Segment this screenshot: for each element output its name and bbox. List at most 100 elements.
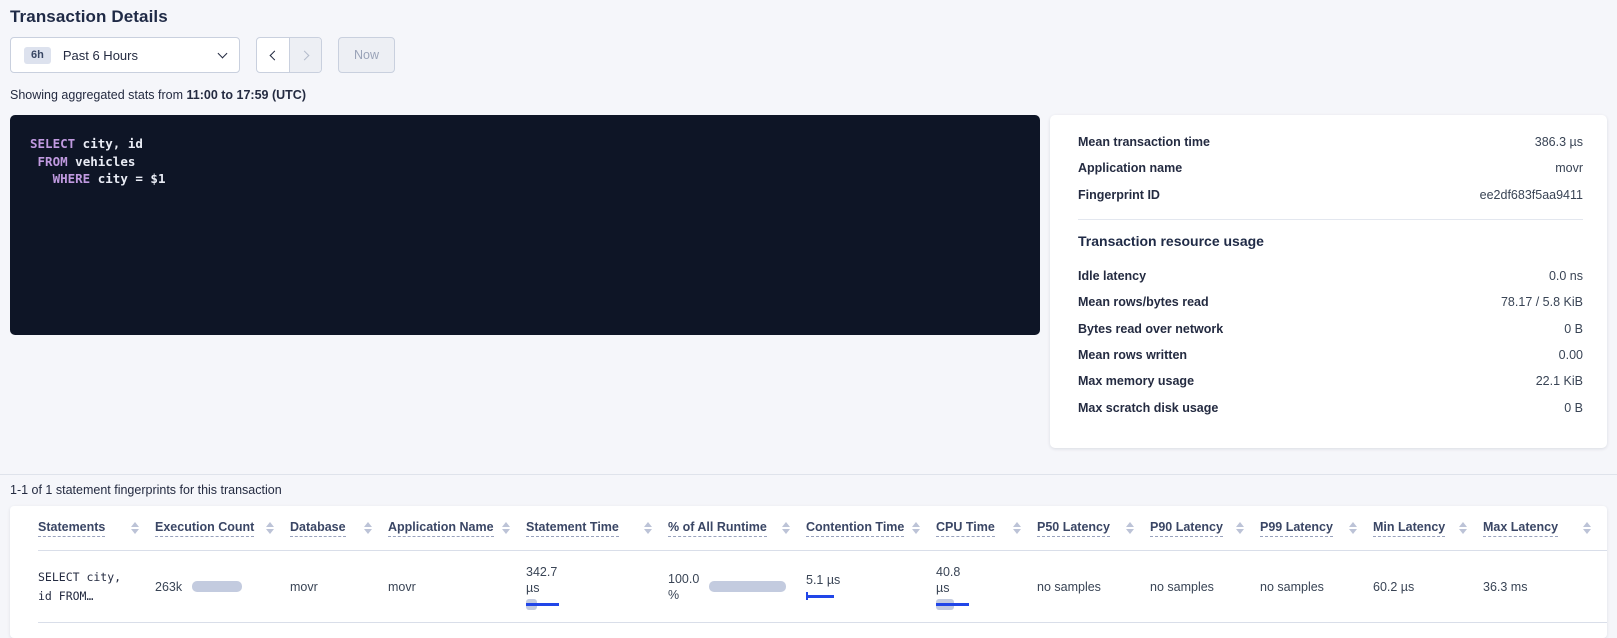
sql-keyword: SELECT: [30, 136, 75, 151]
resource-row: Idle latency 0.0 ns: [1078, 263, 1583, 289]
resource-usage-heading: Transaction resource usage: [1078, 226, 1583, 256]
summary-label: Application name: [1078, 161, 1182, 175]
sql-text: vehicles: [68, 154, 136, 169]
contention-time-bar: [806, 592, 834, 600]
sort-icon[interactable]: [1013, 522, 1021, 534]
prev-time-button[interactable]: [257, 38, 289, 72]
summary-value: 386.3 µs: [1535, 135, 1583, 149]
cpu-time-bar: [936, 599, 1037, 610]
resource-label: Max scratch disk usage: [1078, 401, 1218, 415]
summary-value: ee2df683f5aa9411: [1480, 188, 1583, 202]
column-header-cpu-time[interactable]: CPU Time: [936, 520, 995, 537]
sort-icon[interactable]: [1583, 522, 1591, 534]
column-header-p50-latency[interactable]: P50 Latency: [1037, 520, 1110, 537]
summary-label: Fingerprint ID: [1078, 188, 1160, 202]
table-header-row: Statements Execution Count Database Appl…: [38, 506, 1607, 551]
summary-row: Application name movr: [1078, 155, 1583, 181]
time-range-dropdown[interactable]: 6h Past 6 Hours: [10, 37, 240, 73]
resource-label: Mean rows written: [1078, 348, 1187, 362]
p90-latency-cell: no samples: [1150, 580, 1260, 594]
sql-text: city = $1: [90, 171, 165, 186]
resource-value: 0.0 ns: [1549, 269, 1583, 283]
summary-row: Mean transaction time 386.3 µs: [1078, 129, 1583, 155]
database-cell: movr: [290, 580, 388, 594]
time-picker-row: 6h Past 6 Hours Now: [10, 37, 1607, 73]
column-header-max-latency[interactable]: Max Latency: [1483, 520, 1558, 537]
runtime-pct-bar: [709, 581, 786, 592]
statements-count-caption: 1-1 of 1 statement fingerprints for this…: [10, 483, 1607, 497]
statement-time-bar: [526, 599, 668, 610]
next-time-button[interactable]: [289, 38, 321, 72]
column-header-contention-time[interactable]: Contention Time: [806, 520, 904, 537]
resource-value: 22.1 KiB: [1536, 374, 1583, 388]
chevron-down-icon: [218, 48, 228, 58]
page-title: Transaction Details: [10, 0, 1607, 27]
resource-label: Bytes read over network: [1078, 322, 1223, 336]
now-button[interactable]: Now: [338, 37, 395, 73]
column-header-runtime-pct[interactable]: % of All Runtime: [668, 520, 767, 537]
chevron-left-icon: [270, 50, 280, 60]
stats-caption-prefix: Showing aggregated stats from: [10, 88, 187, 102]
statement-time-unit: µs: [526, 580, 668, 596]
sort-icon[interactable]: [266, 522, 274, 534]
time-range-label: Past 6 Hours: [63, 48, 207, 63]
resource-value: 0 B: [1564, 322, 1583, 336]
sql-keyword: WHERE: [30, 171, 90, 186]
column-header-statements[interactable]: Statements: [38, 520, 105, 537]
sql-text: city, id: [75, 136, 143, 151]
summary-label: Mean transaction time: [1078, 135, 1210, 149]
sort-icon[interactable]: [644, 522, 652, 534]
sort-icon[interactable]: [1459, 522, 1467, 534]
statement-line1: SELECT city,: [38, 570, 121, 584]
column-header-statement-time[interactable]: Statement Time: [526, 520, 619, 537]
table-row: SELECT city,id FROM… 263k movr movr 342.…: [38, 551, 1607, 623]
p99-latency-cell: no samples: [1260, 580, 1373, 594]
runtime-pct-unit: %: [668, 587, 699, 603]
resource-label: Idle latency: [1078, 269, 1146, 283]
sql-keyword: FROM: [30, 154, 68, 169]
cpu-time-unit: µs: [936, 580, 1037, 596]
cpu-time-cell: 40.8 µs: [936, 564, 1037, 610]
resource-row: Max memory usage 22.1 KiB: [1078, 368, 1583, 394]
execution-count-bar: [192, 581, 242, 592]
sort-icon[interactable]: [364, 522, 372, 534]
resource-row: Max scratch disk usage 0 B: [1078, 394, 1583, 420]
column-header-application-name[interactable]: Application Name: [388, 520, 494, 537]
chevron-right-icon: [299, 50, 309, 60]
sql-statement-box: SELECT city, id FROM vehicles WHERE city…: [10, 115, 1040, 335]
column-header-p90-latency[interactable]: P90 Latency: [1150, 520, 1223, 537]
statement-time-cell: 342.7 µs: [526, 564, 668, 610]
resource-row: Bytes read over network 0 B: [1078, 315, 1583, 341]
sort-icon[interactable]: [131, 522, 139, 534]
contention-time-cell: 5.1 µs: [806, 573, 936, 600]
resource-label: Mean rows/bytes read: [1078, 295, 1209, 309]
max-latency-cell: 36.3 ms: [1483, 580, 1607, 594]
resource-value: 78.17 / 5.8 KiB: [1501, 295, 1583, 309]
aggregated-stats-caption: Showing aggregated stats from 11:00 to 1…: [10, 88, 1607, 102]
column-header-execution-count[interactable]: Execution Count: [155, 520, 254, 537]
resource-label: Max memory usage: [1078, 374, 1194, 388]
cpu-time-value: 40.8: [936, 564, 1037, 580]
summary-value: movr: [1555, 161, 1583, 175]
column-header-min-latency[interactable]: Min Latency: [1373, 520, 1445, 537]
resource-value: 0 B: [1564, 401, 1583, 415]
sql-line: SELECT city, id: [30, 135, 1020, 153]
sort-icon[interactable]: [782, 522, 790, 534]
contention-time-value: 5.1 µs: [806, 573, 936, 587]
statement-line2: id FROM…: [38, 589, 93, 603]
section-divider: [0, 474, 1617, 475]
sort-icon[interactable]: [1236, 522, 1244, 534]
stats-caption-range: 11:00 to 17:59 (UTC): [187, 88, 306, 102]
sql-line: FROM vehicles: [30, 153, 1020, 171]
sort-icon[interactable]: [912, 522, 920, 534]
column-header-database[interactable]: Database: [290, 520, 346, 537]
sql-line: WHERE city = $1: [30, 170, 1020, 188]
application-name-cell: movr: [388, 580, 526, 594]
sort-icon[interactable]: [1126, 522, 1134, 534]
statement-link[interactable]: SELECT city, id FROM…: [38, 568, 155, 606]
resource-row: Mean rows/bytes read 78.17 / 5.8 KiB: [1078, 289, 1583, 315]
sort-icon[interactable]: [502, 522, 510, 534]
time-nav-group: [256, 37, 322, 73]
column-header-p99-latency[interactable]: P99 Latency: [1260, 520, 1333, 537]
sort-icon[interactable]: [1349, 522, 1357, 534]
